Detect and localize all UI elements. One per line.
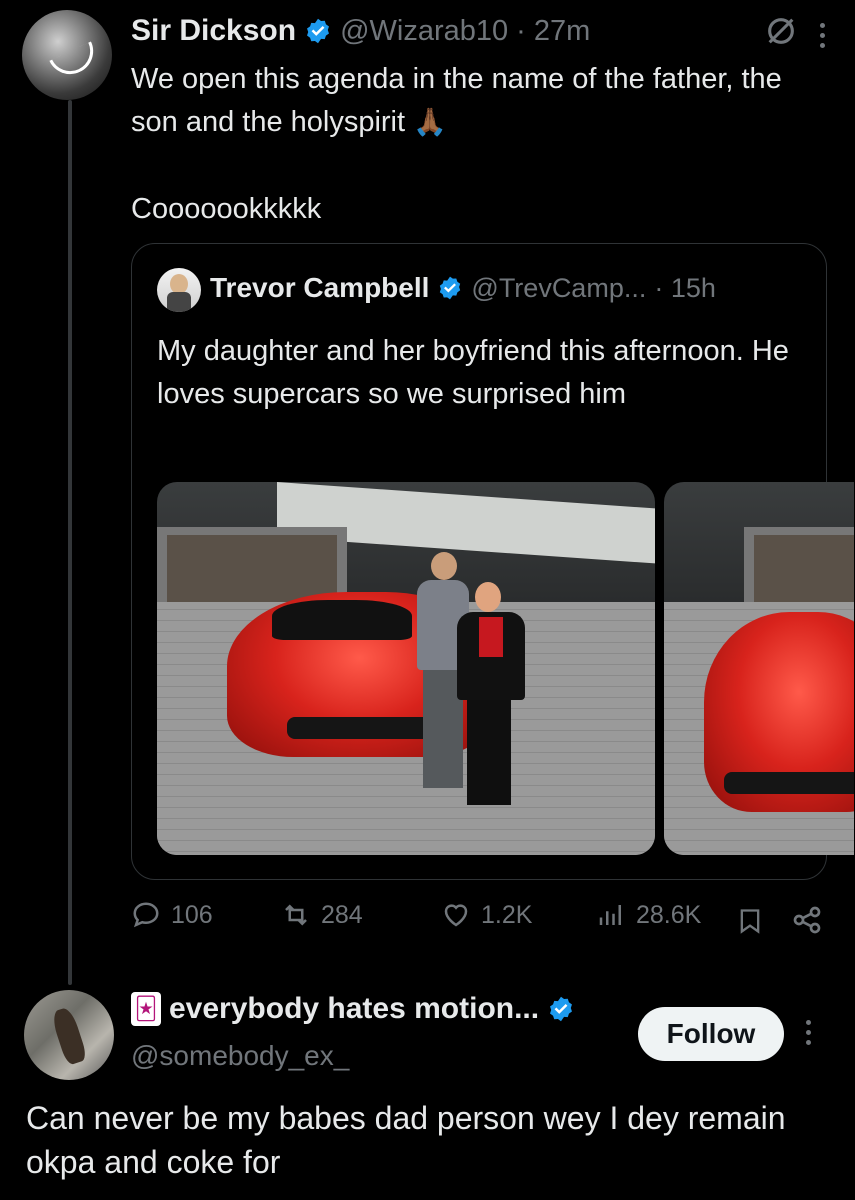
tweet-text-line: We open this agenda in the name of the f… xyxy=(131,63,782,138)
reply-text: Can never be my babes dad person wey I d… xyxy=(26,1100,786,1180)
heart-icon xyxy=(444,904,468,927)
media-image-2[interactable] xyxy=(664,482,854,855)
quote-text: My daughter and her boyfriend this after… xyxy=(157,335,789,410)
grok-icon[interactable] xyxy=(764,14,798,56)
more-options-icon[interactable] xyxy=(820,22,825,48)
action-bar: 106 284 1.2K 28.6K xyxy=(131,900,831,944)
tweet-header: Sir Dickson @Wizarab10 · 27m xyxy=(131,14,590,48)
views-count: 28.6K xyxy=(636,900,702,929)
quote-avatar[interactable] xyxy=(157,268,201,312)
reply-handle[interactable]: @somebody_ex_ xyxy=(131,1040,349,1072)
share-icon[interactable] xyxy=(791,904,823,941)
verified-badge-icon xyxy=(547,995,575,1023)
tweet-text-second: Cooooookkkkk xyxy=(131,193,322,225)
praying-hands-icon: 🙏🏾 xyxy=(413,107,447,137)
repost-button[interactable]: 284 xyxy=(281,900,363,930)
reply-avatar[interactable] xyxy=(24,990,114,1080)
verified-badge-icon xyxy=(437,275,463,301)
quote-author-name[interactable]: Trevor Campbell xyxy=(210,272,429,304)
reply-more-options-icon[interactable] xyxy=(806,1020,811,1045)
reply-count: 106 xyxy=(171,900,213,929)
reply-author-name[interactable]: everybody hates motion... xyxy=(169,992,539,1026)
thread-line xyxy=(68,100,72,985)
quote-header: Trevor Campbell @TrevCamp... · 15h xyxy=(210,272,716,304)
reply-header: 🃏 everybody hates motion... xyxy=(131,992,583,1026)
author-name[interactable]: Sir Dickson xyxy=(131,14,296,48)
tweet-text: We open this agenda in the name of the f… xyxy=(131,58,831,144)
views-icon xyxy=(599,905,621,925)
quote-handle[interactable]: @TrevCamp... xyxy=(471,273,646,304)
avatar[interactable] xyxy=(22,10,112,100)
views-button[interactable]: 28.6K xyxy=(596,900,701,930)
reply-icon xyxy=(133,902,159,928)
repost-icon xyxy=(285,904,307,926)
reply-button[interactable]: 106 xyxy=(131,900,213,930)
media-image-1[interactable] xyxy=(157,482,655,855)
bookmark-icon[interactable] xyxy=(736,906,764,941)
follow-button[interactable]: Follow xyxy=(638,1007,784,1061)
joker-card-icon: 🃏 xyxy=(131,992,161,1026)
verified-badge-icon xyxy=(304,17,332,45)
quote-time: · 15h xyxy=(654,272,716,303)
author-handle-time[interactable]: @Wizarab10 · 27m xyxy=(340,15,590,48)
like-button[interactable]: 1.2K xyxy=(441,900,532,930)
repost-count: 284 xyxy=(321,900,363,929)
like-count: 1.2K xyxy=(481,900,533,929)
